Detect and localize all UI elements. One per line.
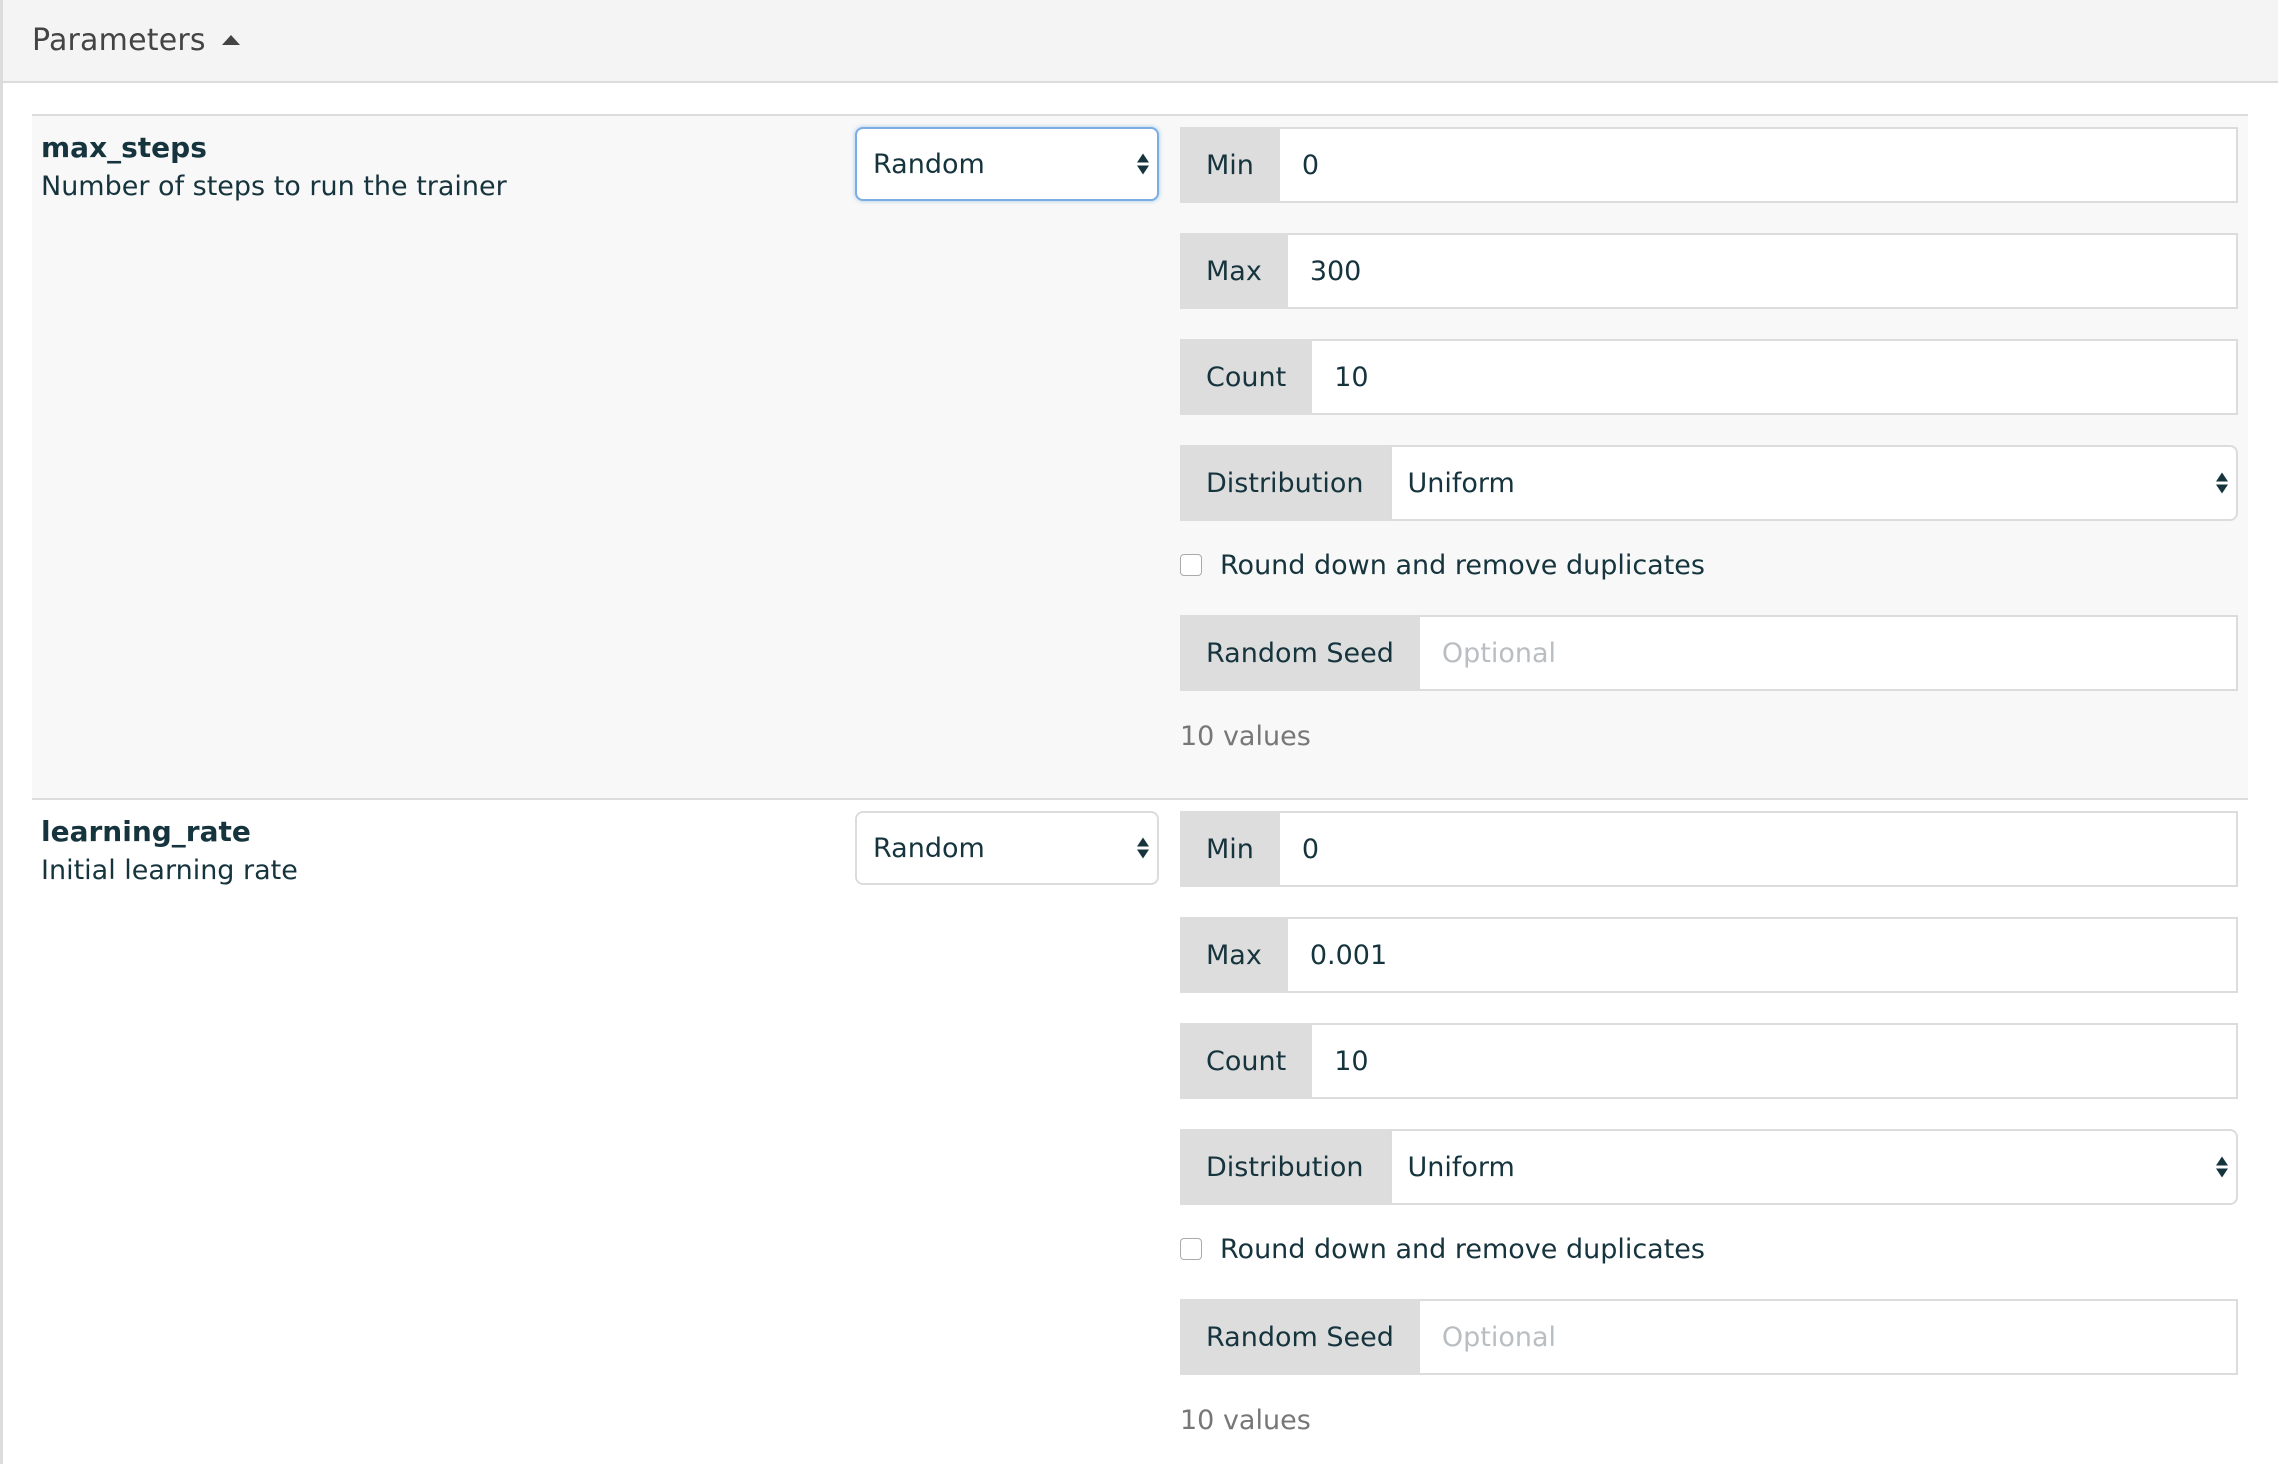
min-field-group: Min 0 [1180, 811, 2238, 887]
distribution-field-group: Distribution Uniform [1180, 1129, 2238, 1205]
max-input[interactable]: 0.001 [1287, 917, 2238, 993]
mode-select-value: Random [873, 148, 985, 180]
parameter-row-learning-rate: learning_rate Initial learning rate Rand… [32, 798, 2248, 1478]
round-down-checkbox[interactable] [1180, 1238, 1202, 1260]
parameter-name: max_steps [41, 131, 207, 164]
round-down-checkbox[interactable] [1180, 554, 1202, 576]
min-input[interactable]: 0 [1279, 811, 2238, 887]
count-input[interactable]: 10 [1312, 339, 2238, 415]
select-arrows-icon [2216, 1156, 2228, 1178]
max-input[interactable]: 300 [1287, 233, 2238, 309]
seed-field-group: Random Seed Optional [1180, 615, 2238, 691]
seed-input[interactable]: Optional [1419, 1299, 2238, 1375]
min-field-group: Min 0 [1180, 127, 2238, 203]
parameter-fields: Min 0 Max 0.001 Count 10 Distribution Un… [1180, 811, 2238, 1436]
parameter-name: learning_rate [41, 815, 251, 848]
mode-select-value: Random [873, 832, 985, 864]
max-field-group: Max 0.001 [1180, 917, 2238, 993]
parameters-header[interactable]: Parameters [3, 0, 2278, 83]
parameter-row-max-steps: max_steps Number of steps to run the tra… [32, 114, 2248, 799]
values-count: 10 values [1180, 721, 1311, 752]
round-down-label[interactable]: Round down and remove duplicates [1220, 550, 1705, 581]
min-label: Min [1180, 127, 1280, 203]
distribution-label: Distribution [1180, 1129, 1390, 1205]
select-arrows-icon [2216, 472, 2228, 494]
round-down-label[interactable]: Round down and remove duplicates [1220, 1234, 1705, 1265]
count-label: Count [1180, 339, 1313, 415]
seed-input[interactable]: Optional [1419, 615, 2238, 691]
parameter-description: Initial learning rate [41, 855, 298, 886]
distribution-select[interactable]: Uniform [1389, 445, 2238, 521]
seed-field-group: Random Seed Optional [1180, 1299, 2238, 1375]
count-field-group: Count 10 [1180, 339, 2238, 415]
mode-select[interactable]: Random [855, 811, 1159, 885]
values-count: 10 values [1180, 1405, 1311, 1436]
caret-up-icon[interactable] [221, 34, 240, 45]
select-arrows-icon [1137, 153, 1149, 175]
min-label: Min [1180, 811, 1280, 887]
round-down-option[interactable]: Round down and remove duplicates [1180, 545, 2238, 585]
max-field-group: Max 300 [1180, 233, 2238, 309]
max-label: Max [1180, 233, 1288, 309]
distribution-select-value: Uniform [1407, 467, 1515, 499]
mode-select[interactable]: Random [855, 127, 1159, 201]
round-down-option[interactable]: Round down and remove duplicates [1180, 1229, 2238, 1269]
min-input[interactable]: 0 [1279, 127, 2238, 203]
distribution-field-group: Distribution Uniform [1180, 445, 2238, 521]
count-label: Count [1180, 1023, 1313, 1099]
parameter-fields: Min 0 Max 300 Count 10 Distribution Unif… [1180, 127, 2238, 752]
max-label: Max [1180, 917, 1288, 993]
seed-label: Random Seed [1180, 615, 1420, 691]
select-arrows-icon [1137, 837, 1149, 859]
parameter-description: Number of steps to run the trainer [41, 171, 507, 202]
distribution-select-value: Uniform [1407, 1151, 1515, 1183]
parameters-title: Parameters [32, 23, 206, 58]
count-field-group: Count 10 [1180, 1023, 2238, 1099]
distribution-label: Distribution [1180, 445, 1390, 521]
distribution-select[interactable]: Uniform [1389, 1129, 2238, 1205]
seed-label: Random Seed [1180, 1299, 1420, 1375]
count-input[interactable]: 10 [1312, 1023, 2238, 1099]
